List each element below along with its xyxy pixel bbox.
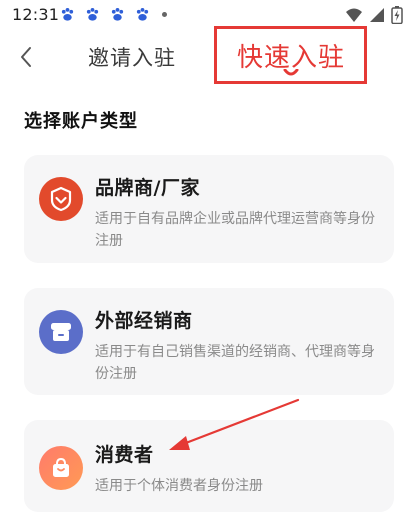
- shopping-bag-icon: [39, 446, 83, 490]
- store-icon: [39, 310, 83, 354]
- account-type-distributor-card[interactable]: 外部经销商 适用于有自己销售渠道的经销商、代理商等身份注册: [24, 288, 394, 395]
- card-description: 适用于个体消费者身份注册: [95, 478, 263, 494]
- card-title: 消费者: [95, 444, 154, 466]
- annotation-arrow-icon: [169, 398, 300, 450]
- paw-notification-icon: [86, 7, 99, 21]
- back-button[interactable]: [12, 40, 40, 74]
- system-indicators: [345, 6, 403, 24]
- wifi-icon: [346, 8, 362, 22]
- brand-badge-icon: [39, 177, 83, 221]
- paw-notification-icon: [136, 7, 149, 21]
- invite-page: 12:31 邀请入驻 快速入驻 选择账户类型 品牌商/厂家 适用于自有品牌企业或…: [0, 0, 417, 512]
- paw-notification-icon: [111, 7, 124, 21]
- battery-icon: [391, 6, 403, 24]
- chevron-left-icon: [21, 47, 31, 67]
- card-description: 适用于有自己销售渠道的经销商、代理商等身份注册: [95, 344, 375, 382]
- account-type-brand-card[interactable]: 品牌商/厂家 适用于自有品牌企业或品牌代理运营商等身份注册: [24, 155, 394, 263]
- nav-header: 邀请入驻 快速入驻: [0, 26, 417, 86]
- smile-mark-icon: [283, 69, 299, 76]
- quick-entry-annotation-box: 快速入驻: [214, 26, 367, 84]
- status-time: 12:31: [12, 5, 60, 24]
- card-description: 适用于自有品牌企业或品牌代理运营商等身份注册: [95, 211, 375, 249]
- paw-notification-icon: [61, 7, 74, 21]
- notification-icons: [60, 7, 167, 22]
- card-title: 品牌商/厂家: [95, 177, 200, 199]
- page-title: 邀请入驻: [88, 46, 176, 70]
- section-title: 选择账户类型: [24, 111, 138, 132]
- card-title: 外部经销商: [95, 310, 193, 332]
- more-notifications-dot-icon: [162, 12, 167, 17]
- signal-icon: [370, 8, 384, 22]
